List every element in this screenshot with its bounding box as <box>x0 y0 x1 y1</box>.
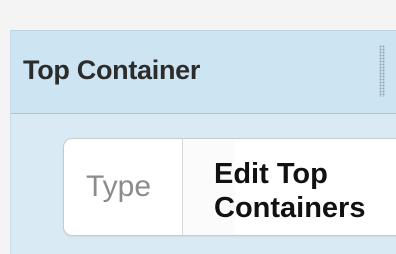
top-container-panel: Top Container Edit Top Containers <box>10 30 396 254</box>
edit-link-line2: Containers <box>214 192 366 224</box>
panel-title: Top Container <box>23 55 201 85</box>
panel-header: Top Container <box>11 31 396 114</box>
edit-link-line1: Edit Top <box>214 158 328 190</box>
top-container-widget: Edit Top Containers <box>63 138 396 236</box>
type-input[interactable] <box>64 139 182 235</box>
page: Top Container Edit Top Containers <box>0 0 396 254</box>
drag-handle-icon[interactable] <box>379 45 385 97</box>
edit-top-containers-link[interactable]: Edit Top Containers <box>214 157 396 225</box>
panel-body: Edit Top Containers <box>11 114 396 254</box>
